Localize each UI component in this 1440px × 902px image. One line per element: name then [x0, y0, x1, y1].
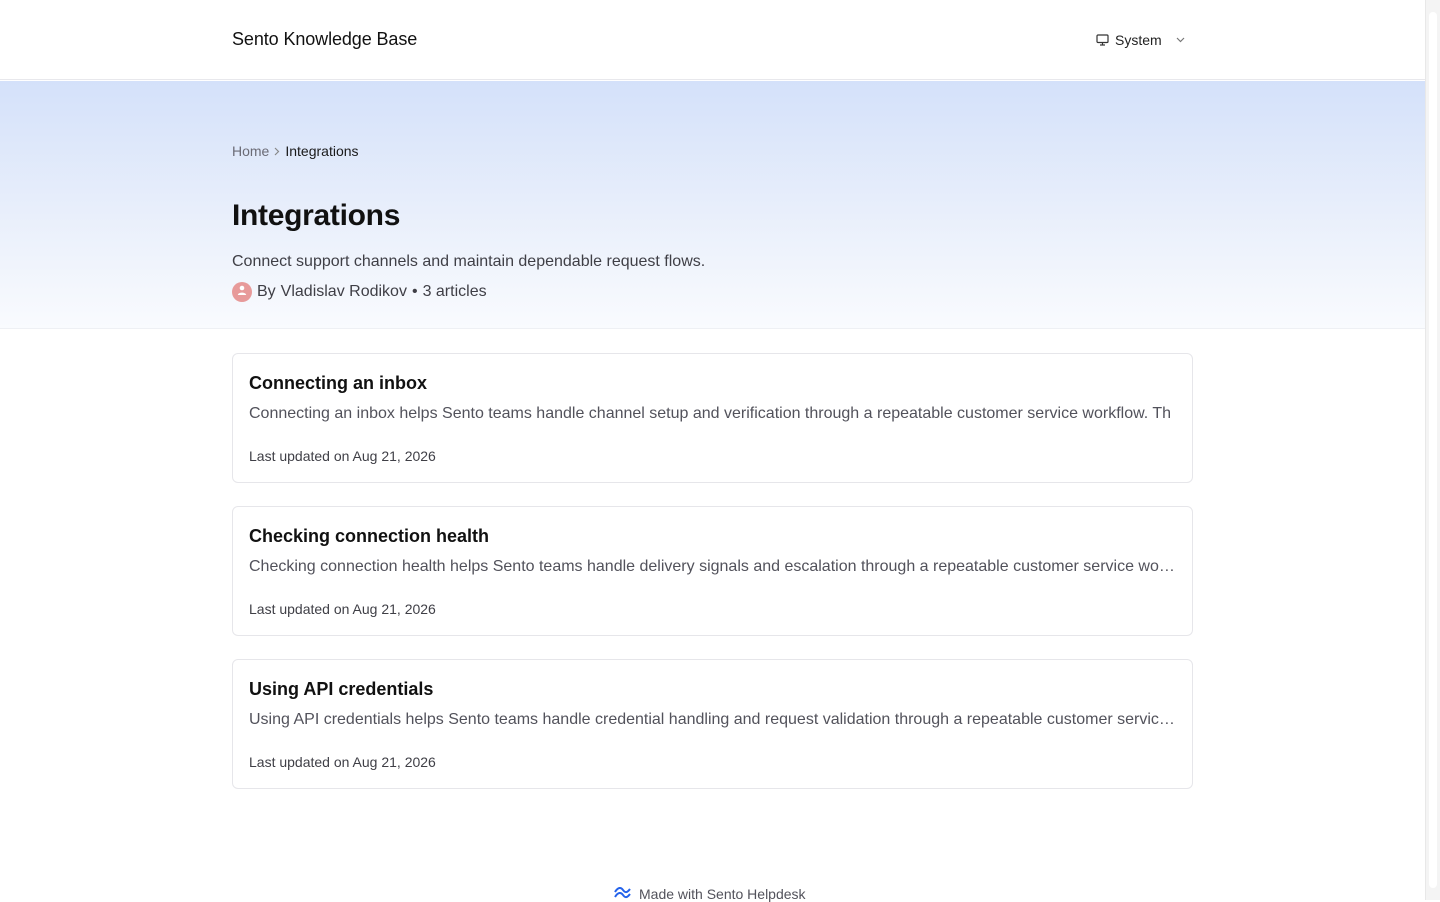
meta-separator: •: [411, 283, 418, 300]
article-title[interactable]: Checking connection health: [249, 526, 489, 547]
brand-title[interactable]: Sento Knowledge Base: [232, 29, 417, 50]
breadcrumb-current: Integrations: [285, 143, 359, 159]
article-updated: Last updated on Aug 21, 2026: [249, 448, 436, 464]
article-updated: Last updated on Aug 21, 2026: [249, 754, 436, 770]
article-updated: Last updated on Aug 21, 2026: [249, 601, 436, 617]
theme-label: System: [1115, 32, 1162, 48]
article-card[interactable]: Connecting an inbox Connecting an inbox …: [232, 353, 1193, 483]
article-excerpt: Using API credentials helps Sento teams …: [249, 711, 1177, 728]
article-excerpt: Checking connection health helps Sento t…: [249, 558, 1177, 575]
chevron-down-icon: [1176, 37, 1185, 43]
monitor-icon: [1096, 34, 1109, 46]
category-hero: Home Integrations Integrations Connect s…: [0, 81, 1425, 329]
category-meta: By Vladislav Rodikov • 3 articles: [232, 282, 487, 302]
vertical-scrollbar[interactable]: [1425, 0, 1440, 900]
powered-by-link[interactable]: Made with Sento Helpdesk: [614, 885, 806, 902]
avatar: [232, 282, 252, 302]
author-name: Vladislav Rodikov: [280, 283, 407, 300]
page: Sento Knowledge Base System Home Integra…: [0, 0, 1425, 902]
breadcrumb-home-link[interactable]: Home: [232, 143, 269, 159]
article-card[interactable]: Checking connection health Checking conn…: [232, 506, 1193, 636]
article-count: 3 articles: [422, 283, 487, 300]
chevron-right-icon: [274, 143, 280, 159]
sento-logo-icon: [614, 885, 631, 902]
breadcrumb: Home Integrations: [232, 143, 359, 159]
article-title[interactable]: Connecting an inbox: [249, 373, 427, 394]
footer-label: Made with Sento Helpdesk: [639, 885, 806, 902]
category-description: Connect support channels and maintain de…: [232, 253, 706, 270]
article-card[interactable]: Using API credentials Using API credenti…: [232, 659, 1193, 789]
theme-selector[interactable]: System: [1096, 30, 1185, 50]
top-header: Sento Knowledge Base System: [0, 0, 1425, 80]
author-prefix: By: [257, 283, 276, 300]
article-excerpt: Connecting an inbox helps Sento teams ha…: [249, 405, 1172, 422]
user-icon: [236, 283, 248, 301]
scrollbar-thumb[interactable]: [1429, 12, 1437, 888]
page-title: Integrations: [232, 199, 401, 232]
article-title[interactable]: Using API credentials: [249, 679, 433, 700]
